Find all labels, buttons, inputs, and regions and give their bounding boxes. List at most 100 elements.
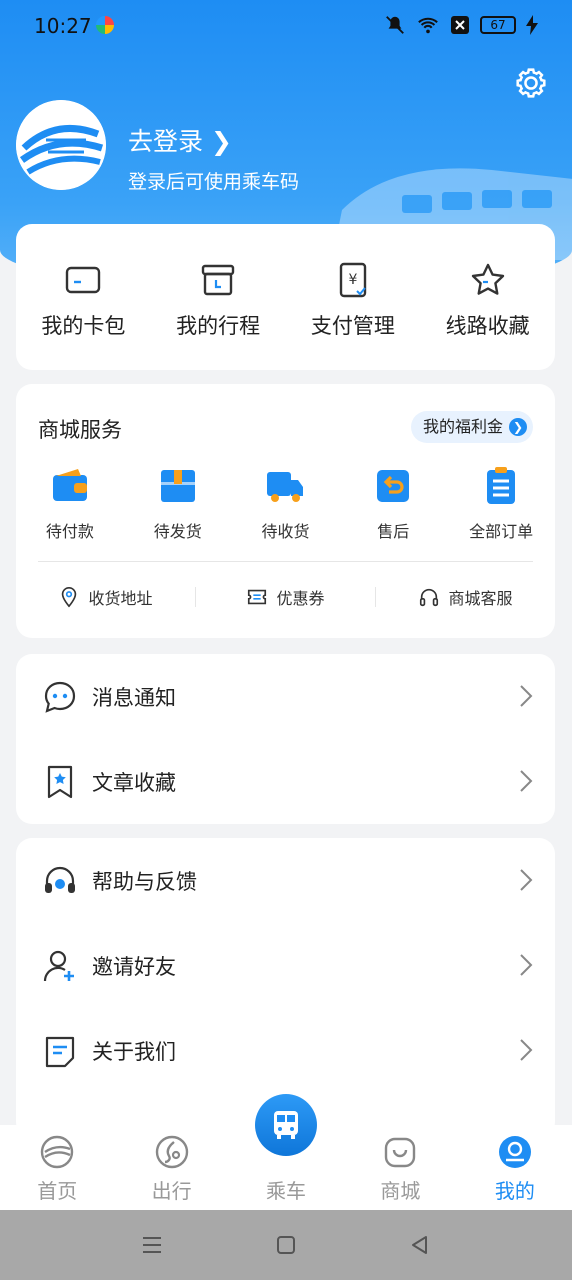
help-icon	[45, 866, 75, 893]
location-icon	[62, 587, 77, 608]
about-icon	[45, 1036, 75, 1067]
list-item-label: 邀请好友	[92, 954, 176, 979]
mall-service-row: 收货地址 优惠券 商城客服	[16, 582, 555, 612]
list-card-support: 帮助与反馈 邀请好友 关于我们	[16, 838, 555, 1138]
wallet-icon	[52, 469, 87, 501]
avatar[interactable]	[16, 100, 106, 190]
list-item-help-feedback[interactable]: 帮助与反馈	[16, 838, 555, 923]
quick-item-trips[interactable]: 我的行程	[151, 224, 286, 370]
list-item-messages[interactable]: 消息通知	[16, 654, 555, 739]
coupon-icon	[248, 589, 267, 605]
order-after-sales[interactable]: 售后	[339, 466, 447, 542]
tab-label: 乘车	[266, 1179, 307, 1203]
service-coupon[interactable]: 优惠券	[196, 585, 375, 609]
service-label: 商城客服	[448, 589, 513, 608]
profile-icon	[498, 1136, 531, 1168]
tab-label: 商城	[380, 1179, 421, 1203]
list-item-label: 文章收藏	[92, 770, 176, 795]
quick-item-label: 我的卡包	[41, 314, 126, 338]
welfare-button[interactable]: 我的福利金 ❯	[410, 411, 533, 443]
chevron-right-icon	[520, 1039, 533, 1061]
message-icon	[44, 681, 76, 713]
app-notification-icon	[96, 16, 114, 34]
order-pending-shipment[interactable]: 待发货	[124, 466, 232, 542]
mall-icon	[385, 1137, 416, 1168]
tab-mall[interactable]: 商城	[343, 1125, 457, 1210]
bookmark-icon	[47, 765, 73, 798]
tab-label: 出行	[151, 1179, 192, 1203]
menu-icon[interactable]	[140, 1233, 164, 1257]
charging-icon	[526, 15, 538, 35]
list-item-label: 帮助与反馈	[92, 869, 197, 894]
order-pending-receipt[interactable]: 待收货	[232, 466, 340, 542]
list-item-article-favorites[interactable]: 文章收藏	[16, 739, 555, 824]
tab-home[interactable]: 首页	[0, 1125, 114, 1210]
settings-gear-icon[interactable]	[512, 64, 550, 102]
tab-label: 首页	[37, 1179, 78, 1203]
bus-icon	[274, 1111, 298, 1139]
battery-indicator: 67	[480, 16, 516, 34]
status-time: 10:27	[34, 14, 92, 38]
tab-label: 我的	[494, 1179, 535, 1203]
back-triangle-icon[interactable]	[408, 1233, 432, 1257]
chevron-right-icon	[520, 685, 533, 707]
quick-item-payment[interactable]: ¥ 支付管理	[286, 224, 421, 370]
tab-profile[interactable]: 我的	[458, 1125, 572, 1210]
card-icon	[66, 266, 101, 294]
list-item-about-us[interactable]: 关于我们	[16, 1008, 555, 1093]
chevron-right-icon	[520, 770, 533, 792]
quick-item-label: 线路收藏	[445, 314, 530, 338]
headset-icon	[420, 588, 439, 607]
quick-item-card-wallet[interactable]: 我的卡包	[16, 224, 151, 370]
order-all[interactable]: 全部订单	[447, 466, 555, 542]
service-label: 优惠券	[276, 589, 325, 608]
list-card-notifications: 消息通知 文章收藏	[16, 654, 555, 824]
order-label: 待付款	[45, 522, 94, 541]
chevron-right-icon	[520, 869, 533, 891]
wifi-icon	[418, 17, 438, 34]
quick-item-favorites[interactable]: 线路收藏	[420, 224, 555, 370]
home-icon	[41, 1135, 74, 1169]
order-pending-payment[interactable]: 待付款	[16, 466, 124, 542]
star-icon	[471, 263, 504, 295]
order-label: 全部订单	[469, 522, 534, 541]
divider	[38, 561, 533, 562]
chevron-right-icon: ❯	[210, 127, 232, 156]
login-link[interactable]: 去登录 ❯	[128, 122, 232, 158]
status-icons: 67	[384, 14, 538, 36]
order-label: 待收货	[261, 522, 310, 541]
order-status-row: 待付款 待发货 待收货 售后 全部订单	[16, 466, 555, 542]
service-customer-support[interactable]: 商城客服	[376, 585, 555, 609]
status-bar: 10:27 67	[0, 0, 572, 52]
chevron-right-icon	[520, 954, 533, 976]
list-item-invite-friends[interactable]: 邀请好友	[16, 923, 555, 1008]
travel-icon	[155, 1135, 188, 1169]
sim-icon	[451, 16, 469, 34]
list-item-label: 消息通知	[92, 685, 176, 710]
welfare-label: 我的福利金	[422, 417, 503, 436]
calendar-icon	[201, 264, 235, 296]
package-icon	[160, 470, 195, 502]
home-square-icon[interactable]	[274, 1233, 298, 1257]
quick-item-label: 我的行程	[176, 314, 261, 338]
tab-travel[interactable]: 出行	[114, 1125, 228, 1210]
mute-icon	[386, 16, 404, 34]
order-label: 售后	[377, 522, 410, 541]
quick-actions-card: 我的卡包 我的行程 ¥ 支付管理 线路收藏	[16, 224, 555, 370]
orders-icon	[487, 467, 516, 504]
ride-code-button[interactable]	[255, 1094, 317, 1156]
quick-item-label: 支付管理	[310, 314, 395, 338]
return-icon	[377, 470, 410, 502]
login-title: 去登录	[128, 127, 204, 156]
svg-text:¥: ¥	[348, 272, 357, 288]
system-navigation-bar	[0, 1210, 572, 1280]
invite-icon	[43, 950, 74, 981]
mall-title: 商城服务	[38, 418, 122, 442]
payment-icon: ¥	[339, 262, 367, 298]
service-address[interactable]: 收货地址	[16, 585, 195, 609]
truck-icon	[267, 472, 304, 502]
metro-logo-icon	[16, 100, 106, 190]
chevron-right-icon: ❯	[509, 418, 527, 436]
order-label: 待发货	[153, 522, 202, 541]
mall-services-card: 商城服务 我的福利金 ❯ 待付款 待发货 待收货 售后 全部订单 收货地址 优惠…	[16, 384, 555, 638]
